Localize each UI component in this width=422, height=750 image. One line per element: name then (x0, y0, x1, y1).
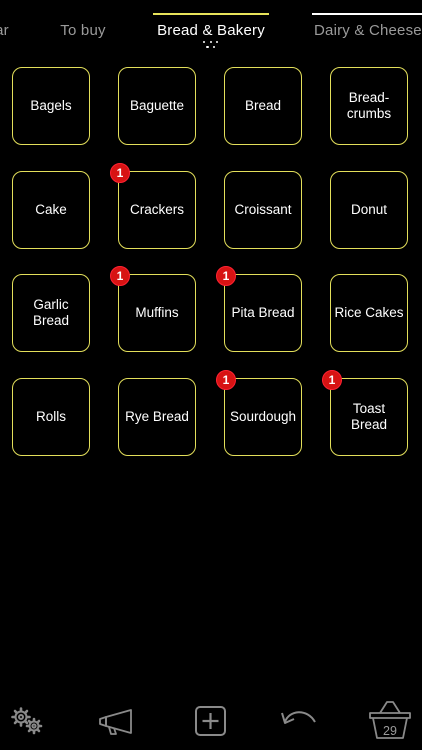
undo-icon[interactable] (277, 698, 321, 742)
item-label: Sourdough (229, 409, 297, 424)
megaphone-icon[interactable] (95, 698, 139, 742)
item-tile[interactable]: Rice Cakes (330, 274, 408, 352)
item-label: Bagels (30, 98, 72, 113)
tab-active-indicator (153, 13, 269, 15)
quantity-badge: 1 (216, 370, 236, 390)
basket-button[interactable]: 29 (368, 698, 412, 742)
item-label: Rice Cakes (334, 305, 404, 320)
item-tile[interactable]: Cake (12, 171, 90, 249)
item-label: Bread (244, 98, 282, 113)
item-tile[interactable]: Rye Bread (118, 378, 196, 456)
bottom-toolbar: 29 (0, 690, 422, 750)
quantity-badge: 1 (110, 163, 130, 183)
item-tile[interactable]: Croissant (224, 171, 302, 249)
item-label: Crackers (129, 202, 184, 217)
item-tile[interactable]: Toast Bread 1 (322, 370, 408, 456)
item-label: Bread- crumbs (346, 90, 392, 121)
item-label: Rye Bread (125, 409, 189, 424)
add-item-button[interactable] (189, 698, 233, 742)
item-tile[interactable]: Sourdough 1 (216, 370, 302, 456)
item-label: Rolls (35, 409, 66, 424)
item-label: Baguette (129, 98, 185, 113)
quantity-badge: 1 (216, 266, 236, 286)
tab-label: To buy (60, 22, 106, 39)
item-tile[interactable]: Rolls (12, 378, 90, 456)
item-tile[interactable]: Garlic Bread (12, 274, 90, 352)
item-label: Donut (350, 202, 388, 217)
item-tile[interactable]: Donut (330, 171, 408, 249)
gears-icon[interactable] (7, 698, 51, 742)
item-label: Toast Bread (350, 401, 388, 432)
tab-to-buy[interactable]: To buy (50, 13, 116, 53)
basket-count: 29 (383, 724, 397, 738)
item-tile[interactable]: Pita Bread 1 (216, 266, 302, 352)
item-tile[interactable]: Bread- crumbs (330, 67, 408, 145)
item-label: Croissant (234, 202, 292, 217)
quantity-badge: 1 (322, 370, 342, 390)
tab-label: Dairy & Cheese (314, 22, 422, 39)
quantity-badge: 1 (110, 266, 130, 286)
item-label: Cake (35, 202, 67, 217)
tab-label: ar (0, 22, 9, 39)
item-tile[interactable]: Bread (224, 67, 302, 145)
tab-indicator (312, 13, 422, 15)
plus-square-icon (195, 706, 226, 736)
tab-dairy-cheese[interactable]: Dairy & Cheese (312, 13, 422, 53)
edit-dots-icon[interactable] (203, 41, 219, 49)
item-label: Garlic Bread (32, 297, 70, 328)
item-tile[interactable]: Baguette (118, 67, 196, 145)
item-tile[interactable]: Muffins 1 (110, 266, 196, 352)
item-tile[interactable]: Bagels (12, 67, 90, 145)
item-tile[interactable]: Crackers 1 (110, 163, 196, 249)
tab-previous[interactable]: ar (0, 13, 18, 53)
tab-label: Bread & Bakery (157, 22, 265, 39)
item-label: Muffins (135, 305, 179, 320)
item-label: Pita Bread (231, 305, 295, 320)
category-tabs: ar To buy Bread & Bakery Dairy & Cheese (0, 0, 422, 56)
